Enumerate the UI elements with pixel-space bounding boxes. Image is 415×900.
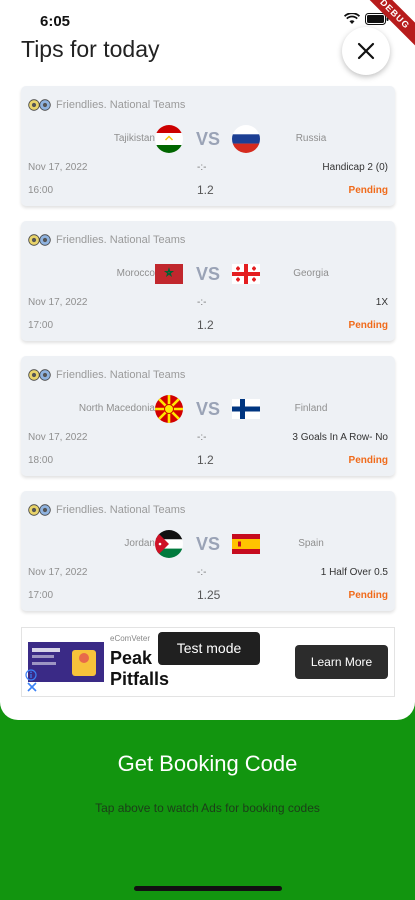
get-booking-code-button[interactable]: Get Booking Code xyxy=(0,751,415,777)
jordan-flag-icon xyxy=(155,530,183,558)
status-badge: Pending xyxy=(348,185,388,196)
ad-info-icon[interactable] xyxy=(25,669,37,681)
match-score: -:- xyxy=(197,297,207,308)
prediction: 3 Goals In A Row- No xyxy=(292,432,388,443)
status-time: 6:05 xyxy=(40,13,71,30)
prediction: 1 Half Over 0.5 xyxy=(320,567,388,578)
league-name: Friendlies. National Teams xyxy=(56,99,186,111)
match-score: -:- xyxy=(197,432,207,443)
close-button[interactable] xyxy=(342,27,390,75)
football-league-icon xyxy=(28,504,51,516)
match-time: 18:00 xyxy=(28,455,54,466)
home-indicator[interactable] xyxy=(134,886,282,891)
league-row: Friendlies. National Teams xyxy=(28,99,185,111)
match-date: Nov 17, 2022 xyxy=(28,432,88,443)
ad-source: eComVeter xyxy=(110,634,151,643)
north-macedonia-flag-icon xyxy=(155,395,183,423)
spain-flag-icon xyxy=(232,534,260,554)
league-name: Friendlies. National Teams xyxy=(56,234,186,246)
close-icon xyxy=(357,42,375,60)
tips-sheet: 6:05 DEBUG Tips for today Friendlies. Na… xyxy=(0,0,415,720)
football-league-icon xyxy=(28,234,51,246)
booking-hint: Tap above to watch Ads for booking codes xyxy=(95,801,320,815)
status-badge: Pending xyxy=(348,455,388,466)
learn-more-button[interactable]: Learn More xyxy=(295,645,388,679)
match-date: Nov 17, 2022 xyxy=(28,162,88,173)
tajikistan-flag-icon xyxy=(155,125,183,153)
football-league-icon xyxy=(28,369,51,381)
russia-flag-icon xyxy=(232,125,260,153)
prediction: Handicap 2 (0) xyxy=(322,162,388,173)
ad-graphic-icon xyxy=(28,642,104,682)
home-team-name: Jordan xyxy=(124,538,155,549)
prediction: 1X xyxy=(375,297,388,308)
status-badge: Pending xyxy=(348,590,388,601)
away-team-name: Spain xyxy=(298,538,324,549)
ad-image[interactable] xyxy=(28,642,104,682)
match-score: -:- xyxy=(197,162,207,173)
odds: 1.2 xyxy=(197,318,214,332)
status-bar: 6:05 DEBUG xyxy=(0,0,415,54)
vs-label: VS xyxy=(196,534,221,554)
vs-label: VS xyxy=(196,264,221,284)
match-time: 17:00 xyxy=(28,320,54,331)
match-date: Nov 17, 2022 xyxy=(28,297,88,308)
league-row: Friendlies. National Teams xyxy=(28,504,185,516)
football-league-icon xyxy=(28,99,51,111)
home-team-name: Tajikistan xyxy=(113,133,155,144)
finland-flag-icon xyxy=(232,399,260,419)
morocco-flag-icon xyxy=(155,264,183,284)
league-name: Friendlies. National Teams xyxy=(56,369,186,381)
match-time: 17:00 xyxy=(28,590,54,601)
away-team-name: Finland xyxy=(294,403,328,414)
georgia-flag-icon xyxy=(232,264,260,284)
tip-card[interactable]: Friendlies. National Teams Jordan VS Spa… xyxy=(21,491,395,611)
vs-label: VS xyxy=(196,129,221,149)
away-team-name: Russia xyxy=(295,133,327,144)
ad-close-icon[interactable] xyxy=(27,682,37,692)
test-mode-label: Test mode xyxy=(158,632,260,665)
home-team-name: Morocco xyxy=(116,268,155,279)
match-score: -:- xyxy=(197,567,207,578)
status-icons xyxy=(344,13,389,25)
tip-card[interactable]: Friendlies. National Teams North Macedon… xyxy=(21,356,395,476)
league-row: Friendlies. National Teams xyxy=(28,234,185,246)
home-team-name: North Macedonia xyxy=(78,403,155,414)
league-name: Friendlies. National Teams xyxy=(56,504,186,516)
wifi-icon xyxy=(344,13,360,24)
tip-card[interactable]: Friendlies. National Teams Morocco VS Ge… xyxy=(21,221,395,341)
odds: 1.2 xyxy=(197,183,214,197)
odds: 1.2 xyxy=(197,453,214,467)
tip-card[interactable]: Friendlies. National Teams Tajikistan VS… xyxy=(21,86,395,206)
league-row: Friendlies. National Teams xyxy=(28,369,185,381)
page-title: Tips for today xyxy=(21,36,160,62)
match-time: 16:00 xyxy=(28,185,54,196)
away-team-name: Georgia xyxy=(293,268,329,279)
status-badge: Pending xyxy=(348,320,388,331)
ad-banner[interactable]: eComVeter Peak Pitfalls Test mode Learn … xyxy=(21,627,395,697)
vs-label: VS xyxy=(196,399,221,419)
odds: 1.25 xyxy=(197,588,221,602)
match-date: Nov 17, 2022 xyxy=(28,567,88,578)
